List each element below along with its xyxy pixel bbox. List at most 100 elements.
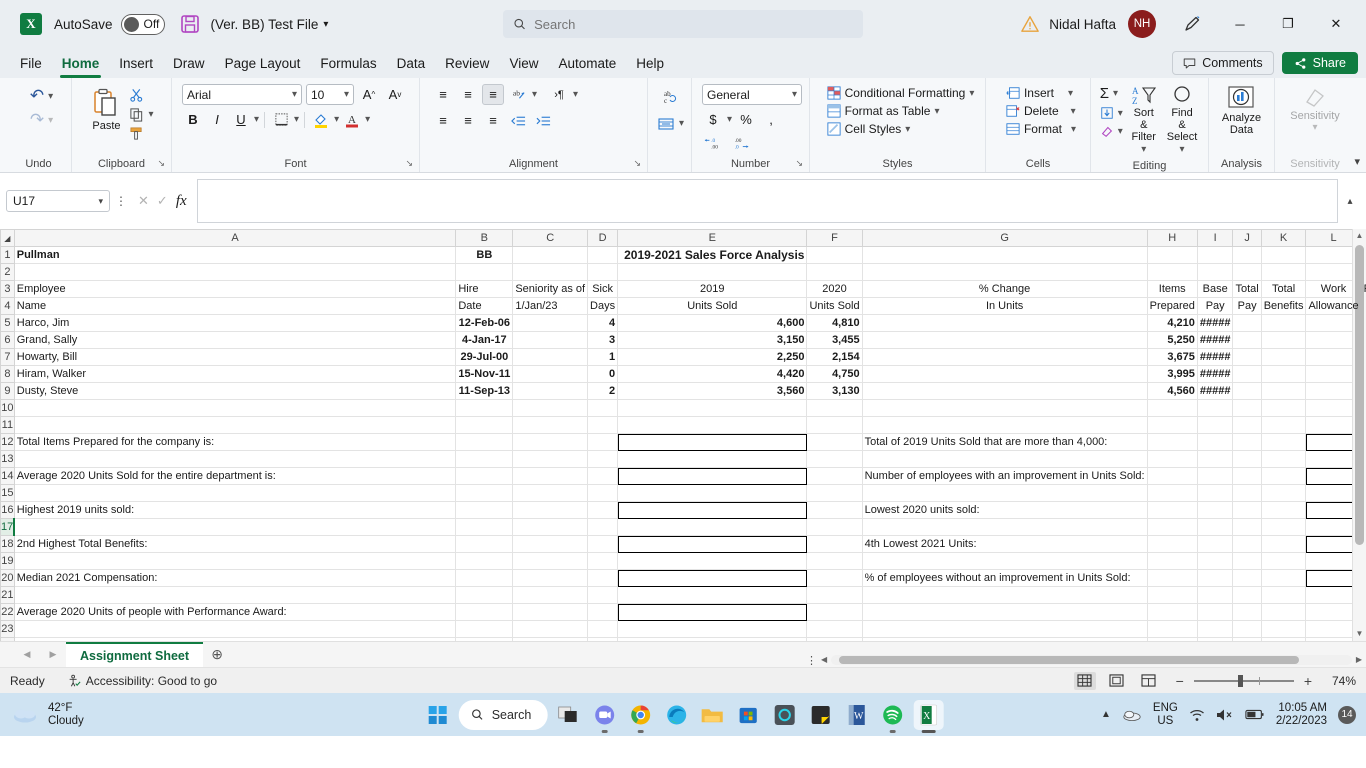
cell-J2[interactable] <box>1232 263 1262 281</box>
cell-J8[interactable] <box>1232 365 1262 383</box>
cell-I19[interactable] <box>1197 552 1234 570</box>
header-l1-e[interactable]: 2019 <box>617 280 808 298</box>
header-l1-j[interactable]: Total <box>1232 280 1262 298</box>
hscroll-left-icon[interactable]: ◀ <box>821 653 827 667</box>
row-header-5[interactable]: 5 <box>0 314 15 332</box>
cell-F22[interactable] <box>806 603 863 621</box>
cell-B14[interactable] <box>455 467 514 485</box>
cell-K7[interactable] <box>1261 348 1307 366</box>
cell-sick-days-8[interactable]: 0 <box>587 365 619 383</box>
font-color-chevron-down-icon[interactable]: ▾ <box>365 114 370 125</box>
orientation-chevron-down-icon[interactable]: ▾ <box>532 89 537 100</box>
align-top-button[interactable]: ≡ <box>432 84 454 105</box>
zoom-in-button[interactable]: + <box>1304 673 1312 689</box>
cell-D20[interactable] <box>587 569 619 587</box>
cell-H10[interactable] <box>1147 399 1198 417</box>
align-left-button[interactable]: ≡ <box>432 110 454 131</box>
name-box-chevron-down-icon[interactable]: ▾ <box>98 196 103 207</box>
cell-D2[interactable] <box>587 263 619 281</box>
header-l2-f[interactable]: Units Sold <box>806 297 863 315</box>
autosave-toggle[interactable]: Off <box>120 13 165 35</box>
cell-B18[interactable] <box>455 535 514 553</box>
conditional-formatting-button[interactable]: Conditional Formatting ▾ <box>824 84 978 102</box>
cell-J12[interactable] <box>1232 433 1262 451</box>
cell-employee-name-9[interactable]: Dusty, Steve <box>14 382 457 400</box>
sort-filter-button[interactable]: A Z Sort & Filter ▾ <box>1126 83 1162 158</box>
cell-B20[interactable] <box>455 569 514 587</box>
row-header-21[interactable]: 21 <box>0 586 15 604</box>
cell-employee-name-7[interactable]: Howarty, Bill <box>14 348 457 366</box>
cell-G15[interactable] <box>862 484 1148 502</box>
task-view-button[interactable] <box>553 700 583 730</box>
cell-base-pay-7[interactable]: ##### <box>1197 348 1234 366</box>
align-bottom-button[interactable]: ≡ <box>482 84 504 105</box>
cell-base-pay-6[interactable]: ##### <box>1197 331 1234 349</box>
horizontal-scrollbar[interactable] <box>831 655 1352 665</box>
cell-H15[interactable] <box>1147 484 1198 502</box>
cell-hire-date-9[interactable]: 11-Sep-13 <box>455 382 514 400</box>
text-direction-button[interactable]: ›¶ <box>548 84 570 105</box>
cell-initials[interactable]: BB <box>455 246 514 264</box>
row-header-19[interactable]: 19 <box>0 552 15 570</box>
cell-I21[interactable] <box>1197 586 1234 604</box>
cell-units-2020-7[interactable]: 2,154 <box>806 348 863 366</box>
cell-A13[interactable] <box>14 450 457 468</box>
cell-K8[interactable] <box>1261 365 1307 383</box>
cell-B23[interactable] <box>455 620 514 638</box>
orientation-button[interactable]: ab <box>507 84 529 105</box>
cell-J19[interactable] <box>1232 552 1262 570</box>
cell-E13[interactable] <box>617 450 808 468</box>
file-menu-chevron-down-icon[interactable]: ▾ <box>323 19 328 30</box>
cell-B10[interactable] <box>455 399 514 417</box>
cell-base-pay-9[interactable]: ##### <box>1197 382 1234 400</box>
cell-H2[interactable] <box>1147 263 1198 281</box>
cell-F21[interactable] <box>806 586 863 604</box>
borders-chevron-down-icon[interactable]: ▾ <box>294 114 299 125</box>
cell-J22[interactable] <box>1232 603 1262 621</box>
row-header-13[interactable]: 13 <box>0 450 15 468</box>
cell-F20[interactable] <box>806 569 863 587</box>
cell-sick-days-9[interactable]: 2 <box>587 382 619 400</box>
column-header-g[interactable]: G <box>861 229 1148 247</box>
zoom-slider-thumb[interactable] <box>1237 674 1243 687</box>
header-l1-c[interactable]: Seniority as of <box>512 280 589 298</box>
cell-D15[interactable] <box>587 484 619 502</box>
cell-items-prepared-6[interactable]: 5,250 <box>1147 331 1198 349</box>
cell-K6[interactable] <box>1261 331 1307 349</box>
wifi-icon[interactable] <box>1189 708 1205 722</box>
font-name-select[interactable]: Arial ▾ <box>182 84 302 105</box>
cell-F18[interactable] <box>806 535 863 553</box>
tab-file[interactable]: File <box>10 53 52 74</box>
row-header-2[interactable]: 2 <box>0 263 15 281</box>
accounting-format-button[interactable]: $ <box>702 109 724 130</box>
taskbar-app-sticky-notes[interactable] <box>805 700 835 730</box>
next-sheet-icon[interactable]: ▶ <box>40 641 66 667</box>
cell-D17[interactable] <box>587 518 619 536</box>
cell-J13[interactable] <box>1232 450 1262 468</box>
format-cells-button[interactable]: Format ▾ <box>1003 120 1079 138</box>
clipboard-dialog-launcher-icon[interactable]: ↘ <box>157 155 165 171</box>
cell-I10[interactable] <box>1197 399 1234 417</box>
show-hidden-icons-chevron-up-icon[interactable]: ▲ <box>1101 709 1111 720</box>
cell-G19[interactable] <box>862 552 1148 570</box>
cell-K12[interactable] <box>1261 433 1307 451</box>
cell-sick-days-6[interactable]: 3 <box>587 331 619 349</box>
comments-button[interactable]: Comments <box>1172 51 1274 75</box>
cell-sheet-title[interactable]: 2019-2021 Sales Force Analysis <box>617 246 808 264</box>
cell-styles-button[interactable]: Cell Styles ▾ <box>824 120 914 138</box>
row-header-11[interactable]: 11 <box>0 416 15 434</box>
header-l1-m[interactable]: Performance <box>1361 280 1366 298</box>
row-header-18[interactable]: 18 <box>0 535 15 553</box>
header-l1-k[interactable]: Total <box>1261 280 1307 298</box>
cell-base-pay-8[interactable]: ##### <box>1197 365 1234 383</box>
cell-K19[interactable] <box>1261 552 1307 570</box>
cell-J17[interactable] <box>1232 518 1262 536</box>
taskbar-app-excel[interactable]: X <box>913 699 944 733</box>
sheet-tab-assignment-sheet[interactable]: Assignment Sheet <box>66 642 204 667</box>
cell-F15[interactable] <box>806 484 863 502</box>
decrease-indent-button[interactable] <box>507 110 529 131</box>
cell-A2[interactable] <box>14 263 457 281</box>
question-right-12[interactable]: Total of 2019 Units Sold that are more t… <box>862 433 1148 451</box>
fill-color-button[interactable] <box>310 109 332 130</box>
cell-units-2019-9[interactable]: 3,560 <box>617 382 808 400</box>
